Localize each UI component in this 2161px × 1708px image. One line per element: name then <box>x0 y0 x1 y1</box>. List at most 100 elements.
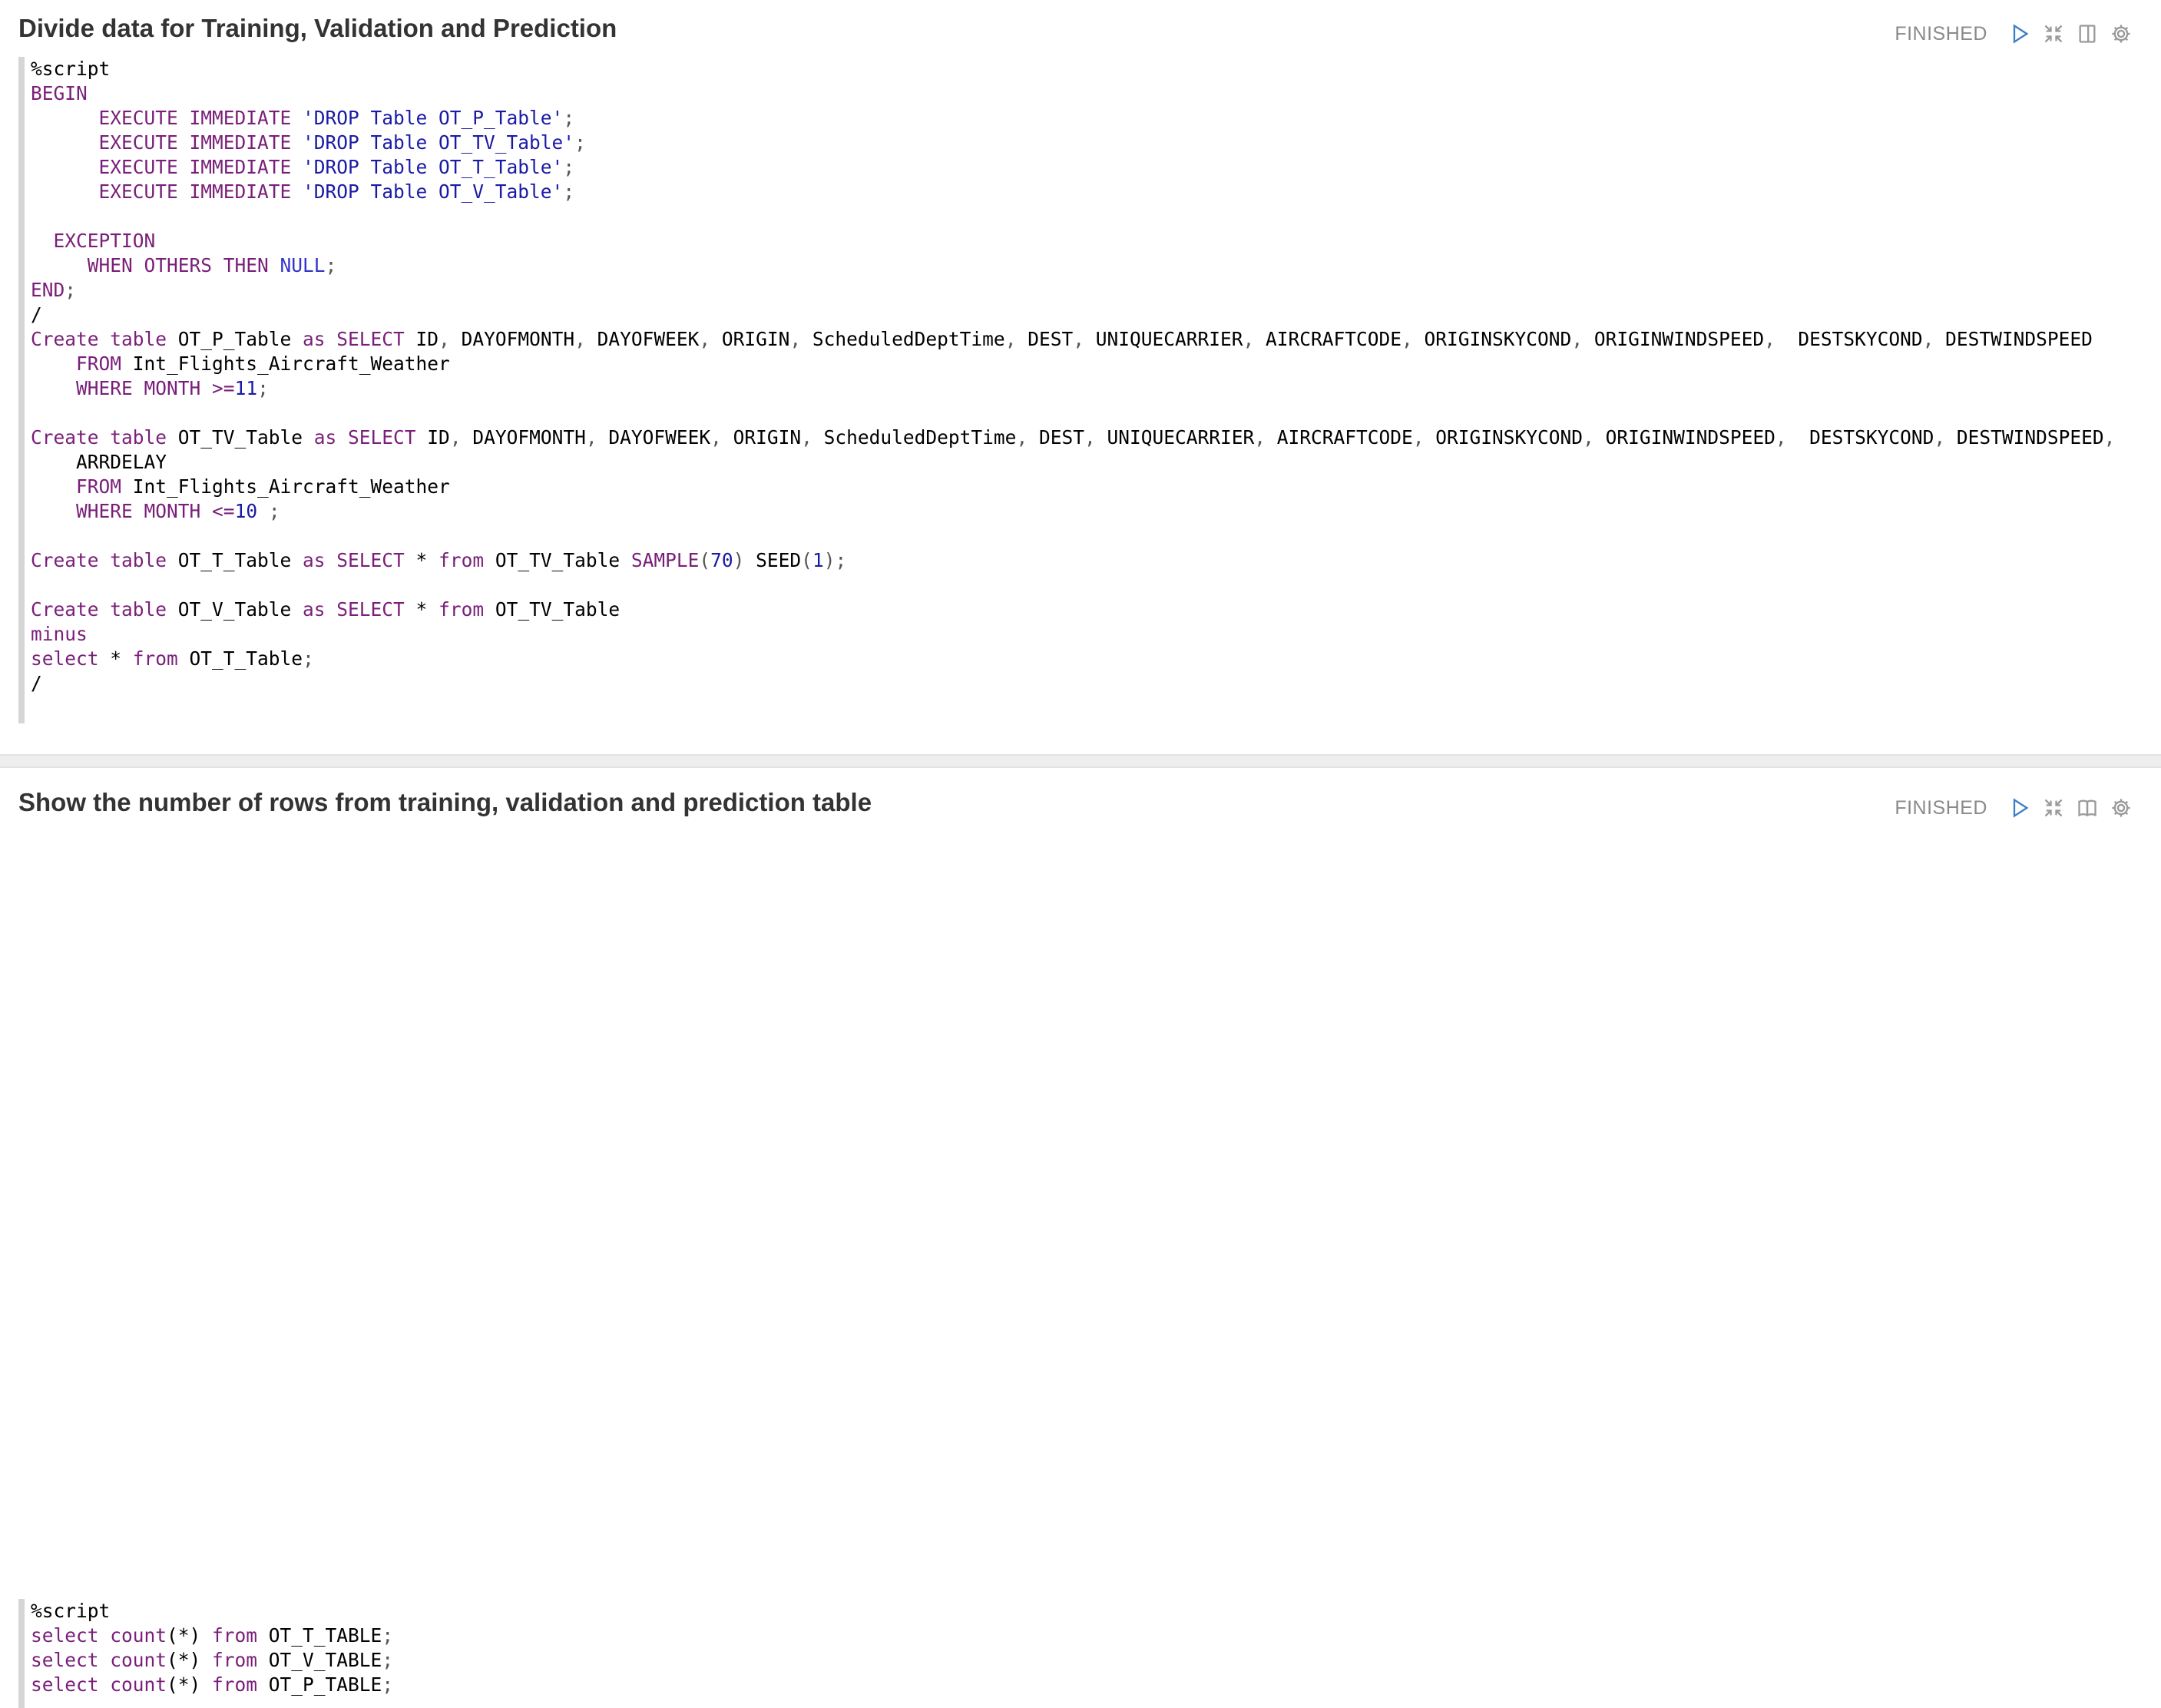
code-token: 70 <box>710 549 733 571</box>
show-output-button[interactable] <box>2075 796 2100 820</box>
code-token: select count <box>31 1649 167 1671</box>
code-token: DAYOFMONTH <box>449 328 575 350</box>
play-icon <box>2013 798 2029 818</box>
code-token: from <box>212 1673 258 1696</box>
code-token: minus <box>31 623 88 645</box>
code-token: , <box>1016 426 1028 449</box>
hide-editor-button[interactable] <box>2041 796 2066 820</box>
code-token: ; <box>382 1624 394 1647</box>
code-token: ; <box>65 279 77 301</box>
code-token: Create table <box>31 426 167 449</box>
code-token: OT_V_TABLE <box>257 1649 382 1671</box>
run-button[interactable] <box>2007 796 2032 820</box>
paragraph-row-counts: Show the number of rows from training, v… <box>0 768 2161 1708</box>
paragraph-title[interactable]: Divide data for Training, Validation and… <box>18 14 617 43</box>
code-token: , <box>1084 426 1096 449</box>
code-token: DAYOFWEEK <box>585 328 700 350</box>
code-token: %script <box>31 1600 111 1622</box>
code-token: >= <box>212 377 235 399</box>
code-token: BEGIN <box>31 82 88 104</box>
code-token: ; <box>268 500 280 522</box>
code-editor[interactable]: %script BEGIN EXECUTE IMMEDIATE 'DROP Tab… <box>18 57 2138 723</box>
code-editor[interactable]: %script select count(*) from OT_T_TABLE; s… <box>18 1599 2138 1708</box>
code-token: , <box>789 328 802 350</box>
code-line: FROM Int_Flights_Aircraft_Weather <box>31 352 2138 376</box>
code-token: 11 <box>234 377 258 399</box>
code-token: Int_Flights_Aircraft_Weather <box>121 475 450 498</box>
code-token: ; <box>563 107 575 129</box>
code-token: OT_V_Table <box>167 598 303 621</box>
code-token: as SELECT <box>303 598 405 621</box>
code-line: Create table OT_V_Table as SELECT * from… <box>31 597 2138 622</box>
code-token: , <box>585 426 597 449</box>
code-token: ORIGINSKYCOND <box>1412 328 1572 350</box>
code-token: , <box>449 426 462 449</box>
code-token: OT_T_Table <box>167 549 303 571</box>
paragraph-separator <box>0 754 2161 768</box>
code-token: , <box>801 426 812 449</box>
code-token: ; <box>382 1649 394 1671</box>
code-line: Create table OT_P_Table as SELECT ID, DA… <box>31 327 2138 352</box>
code-token: AIRCRAFTCODE <box>1254 328 1402 350</box>
code-token: from <box>212 1649 258 1671</box>
code-token: SEED <box>744 549 802 571</box>
settings-button[interactable] <box>2109 22 2133 46</box>
code-token: NULL <box>280 254 326 276</box>
code-token: * <box>404 549 439 571</box>
collapse-icon <box>2044 799 2063 817</box>
code-text[interactable]: %script BEGIN EXECUTE IMMEDIATE 'DROP Tab… <box>31 57 2138 696</box>
code-token: , <box>710 426 722 449</box>
code-token: FROM <box>76 353 122 375</box>
code-line: Create table OT_TV_Table as SELECT ID, D… <box>31 425 2138 450</box>
paragraph-title[interactable]: Show the number of rows from training, v… <box>18 788 872 817</box>
code-token: Int_Flights_Aircraft_Weather <box>121 353 450 375</box>
code-token: END <box>31 279 65 301</box>
code-line: ARRDELAY <box>31 450 2138 475</box>
code-line: BEGIN <box>31 81 2138 106</box>
code-token: DESTWINDSPEED <box>1934 328 2093 350</box>
code-token: ScheduledDeptTime <box>812 426 1017 449</box>
code-token: * <box>98 647 133 670</box>
code-token: 'DROP Table OT_T_Table' <box>303 156 564 178</box>
hide-editor-button[interactable] <box>2041 22 2066 46</box>
code-token: OT_T_TABLE <box>257 1624 382 1647</box>
code-token: , <box>574 328 586 350</box>
run-button[interactable] <box>2007 22 2032 46</box>
code-token: as SELECT <box>313 426 416 449</box>
code-line: select count(*) from OT_V_TABLE; <box>31 1648 2138 1673</box>
settings-button[interactable] <box>2109 796 2133 820</box>
code-token: 1 <box>812 549 824 571</box>
code-token: SAMPLE <box>630 549 700 571</box>
code-token: ; <box>835 549 847 571</box>
code-token: EXECUTE IMMEDIATE <box>98 107 292 129</box>
code-token: ( <box>801 549 812 571</box>
code-line: END; <box>31 278 2138 303</box>
code-token: ScheduledDeptTime <box>801 328 1005 350</box>
code-token: / <box>31 303 42 326</box>
gear-icon <box>2112 25 2130 43</box>
code-token: FROM <box>76 475 122 498</box>
code-text[interactable]: %script select count(*) from OT_T_TABLE; s… <box>31 1599 2138 1697</box>
code-token: 'DROP Table OT_V_Table' <box>303 180 564 203</box>
code-token: , <box>2103 426 2116 449</box>
code-line: EXECUTE IMMEDIATE 'DROP Table OT_TV_Tabl… <box>31 131 2138 155</box>
code-line: %script <box>31 1599 2138 1624</box>
code-token: (*) <box>167 1624 213 1647</box>
code-token: (*) <box>167 1673 213 1696</box>
code-token: ID <box>415 426 450 449</box>
paragraph-controls: FINISHED <box>1895 793 2133 823</box>
code-token: , <box>1243 328 1255 350</box>
code-token: select count <box>31 1624 167 1647</box>
paragraph-divide-data: Divide data for Training, Validation and… <box>0 0 2161 754</box>
hide-output-button[interactable] <box>2075 22 2100 46</box>
code-token: OT_TV_Table <box>167 426 314 449</box>
gear-icon <box>2112 799 2130 817</box>
